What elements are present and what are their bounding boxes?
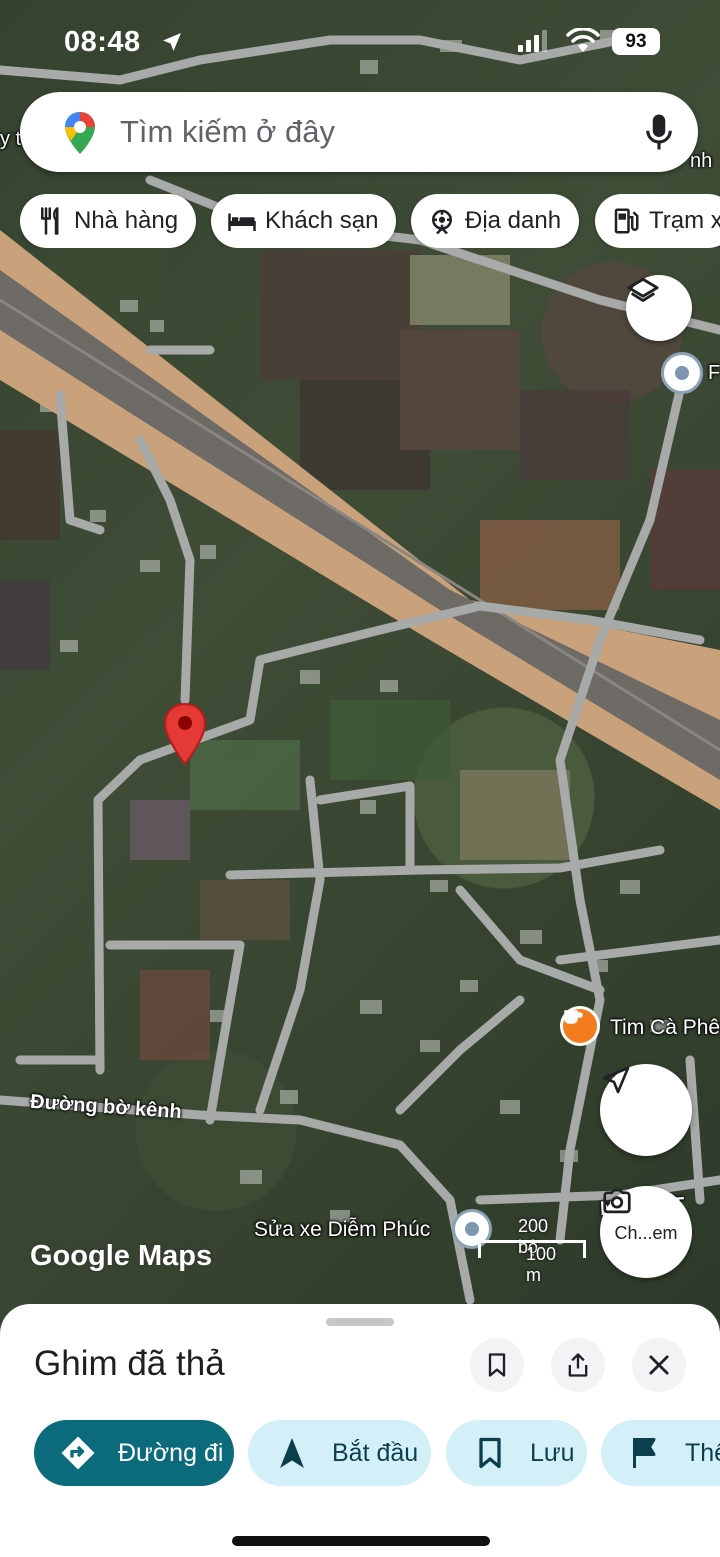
close-button[interactable] bbox=[632, 1338, 686, 1392]
restaurant-icon bbox=[41, 207, 59, 235]
hotel-icon bbox=[228, 213, 256, 231]
google-maps-logo-icon bbox=[65, 112, 95, 154]
layers-icon bbox=[627, 277, 659, 302]
chip-restaurants-label: Nhà hàng bbox=[74, 207, 179, 234]
google-maps-attribution: Google Maps bbox=[30, 1240, 213, 1272]
chip-hotels[interactable]: Khách sạn bbox=[211, 194, 397, 248]
home-indicator[interactable] bbox=[232, 1536, 490, 1546]
chip-gas-stations[interactable]: Trạm x bbox=[595, 194, 720, 248]
camera-chip-label: Ch...em bbox=[614, 1222, 678, 1243]
layers-button[interactable] bbox=[626, 275, 692, 341]
directions-label: Đường đi bbox=[118, 1438, 224, 1467]
search-input[interactable] bbox=[120, 92, 640, 172]
save-label: Lưu bbox=[530, 1438, 575, 1467]
add-label-text: Thêm bbox=[685, 1438, 720, 1467]
camera-icon bbox=[603, 1188, 631, 1214]
save-button[interactable]: Lưu bbox=[446, 1420, 587, 1486]
scale-bottom-label: 100 m bbox=[526, 1244, 557, 1285]
chip-restaurants[interactable]: Nhà hàng bbox=[20, 194, 197, 248]
close-icon bbox=[649, 1355, 669, 1375]
landmark-icon bbox=[432, 209, 452, 235]
microphone-icon[interactable] bbox=[644, 112, 674, 152]
chip-hotels-label: Khách sạn bbox=[265, 207, 379, 234]
edge-label-right-2: nh bbox=[690, 150, 713, 172]
my-location-button[interactable] bbox=[600, 1064, 692, 1156]
start-label: Bắt đầu bbox=[332, 1438, 419, 1467]
location-services-icon bbox=[163, 33, 181, 51]
chip-landmarks-label: Địa danh bbox=[465, 207, 562, 234]
chip-landmarks[interactable]: Địa danh bbox=[411, 194, 580, 248]
chip-gas-stations-label: Trạm x bbox=[649, 207, 720, 234]
cafe-marker[interactable] bbox=[560, 1006, 600, 1046]
place-sheet: Ghim đã thả Đường đi Bắt đầu Lưu Thêm bbox=[0, 1304, 720, 1557]
place-label-cafe[interactable]: Tim Cà Phê bbox=[610, 1016, 720, 1040]
dropped-pin-icon[interactable] bbox=[163, 702, 207, 768]
category-chips: Nhà hàng Khách sạn Địa danh Trạm x bbox=[20, 194, 720, 248]
directions-button[interactable]: Đường đi bbox=[34, 1420, 234, 1486]
cellular-signal-icon bbox=[518, 30, 547, 52]
place-label-repair-shop[interactable]: Sửa xe Diễm Phúc bbox=[254, 1218, 430, 1242]
gas-station-icon bbox=[614, 208, 639, 234]
add-label-button[interactable]: Thêm bbox=[601, 1420, 720, 1486]
edge-label-left: y t bbox=[0, 128, 22, 150]
location-arrow-icon bbox=[602, 1066, 630, 1094]
bookmark-icon bbox=[479, 1437, 501, 1469]
sheet-title: Ghim đã thả bbox=[34, 1344, 225, 1383]
bookmark-icon bbox=[488, 1353, 506, 1377]
save-bookmark-button[interactable] bbox=[470, 1338, 524, 1392]
status-time: 08:48 bbox=[64, 26, 141, 58]
battery-indicator: 93 bbox=[612, 28, 660, 55]
share-icon bbox=[568, 1353, 588, 1377]
navigation-icon bbox=[280, 1438, 304, 1468]
status-bar: 08:48 93 bbox=[0, 22, 720, 66]
place-marker-top-right[interactable] bbox=[661, 352, 703, 394]
wifi-icon bbox=[566, 28, 600, 52]
start-navigation-button[interactable]: Bắt đầu bbox=[248, 1420, 431, 1486]
flag-icon bbox=[633, 1438, 656, 1468]
edge-label-right: F bbox=[708, 362, 720, 384]
share-button[interactable] bbox=[551, 1338, 605, 1392]
camera-search-button[interactable]: Ch...em bbox=[600, 1186, 692, 1278]
directions-icon bbox=[61, 1436, 95, 1470]
sheet-drag-handle[interactable] bbox=[326, 1318, 394, 1326]
search-bar[interactable] bbox=[20, 92, 698, 172]
coffee-icon bbox=[564, 1010, 583, 1024]
